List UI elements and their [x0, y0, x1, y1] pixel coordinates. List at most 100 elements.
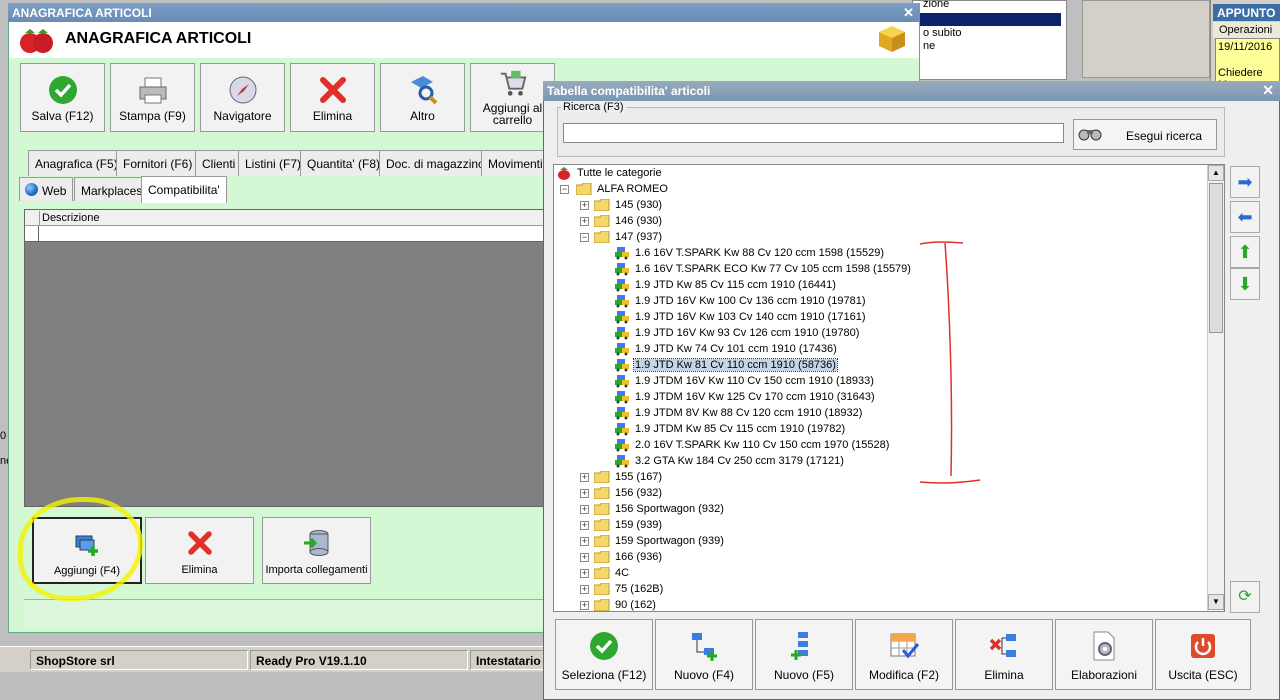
tab-movimenti[interactable]: Movimenti [481, 150, 545, 176]
scroll-up-icon[interactable]: ▲ [1208, 165, 1224, 181]
arrow-left-icon[interactable]: ⬅ [1230, 201, 1260, 233]
check-icon [590, 632, 618, 660]
grid-new-row[interactable] [25, 226, 545, 242]
expand-icon[interactable]: + [580, 569, 589, 578]
expand-icon[interactable]: + [580, 505, 589, 514]
background-list: zione o subito ne [912, 0, 1067, 80]
globe-icon [25, 183, 38, 196]
tab-compatibilita[interactable]: Compatibilita' [141, 176, 227, 203]
appunto-title: APPUNTO [1213, 4, 1280, 21]
tab-markplaces[interactable]: Markplaces [74, 177, 150, 201]
compatibility-grid[interactable] [24, 209, 545, 507]
tree-brand-label: ALFA ROMEO [597, 183, 668, 195]
tree-model-label: 90 (162) [615, 599, 656, 611]
expand-icon[interactable]: + [580, 521, 589, 530]
category-tree[interactable]: Tutte le categorie − ALFA ROMEO +145 (93… [553, 164, 1225, 612]
print-button[interactable]: Stampa (F9) [110, 63, 195, 132]
tab-doc-magazzino[interactable]: Doc. di magazzino [379, 150, 492, 176]
delete-node-button[interactable]: Elimina [955, 619, 1053, 690]
taskbar-area [0, 672, 545, 700]
car-version-icon [615, 391, 629, 404]
more-label: Altro [410, 109, 435, 123]
arrow-right-icon[interactable]: ➡ [1230, 166, 1260, 198]
select-button[interactable]: Seleziona (F12) [555, 619, 653, 690]
delete-button[interactable]: Elimina [290, 63, 375, 132]
car-version-icon [615, 407, 629, 420]
expand-icon[interactable]: + [580, 537, 589, 546]
select-label: Seleziona (F12) [561, 668, 647, 682]
tab-anagrafica[interactable]: Anagrafica (F5) [28, 150, 125, 176]
processing-button[interactable]: Elaborazioni [1055, 619, 1153, 690]
scroll-down-icon[interactable]: ▼ [1208, 594, 1224, 610]
collapse-icon[interactable]: − [580, 233, 589, 242]
close-icon[interactable]: ✕ [903, 5, 914, 21]
save-button[interactable]: Salva (F12) [20, 63, 105, 132]
compass-icon [229, 76, 256, 104]
collapse-icon[interactable]: − [560, 185, 569, 194]
appunto-operations[interactable]: Operazioni [1213, 22, 1280, 38]
expand-icon[interactable]: + [580, 217, 589, 226]
save-label: Salva (F12) [31, 109, 94, 123]
add-to-cart-label: Aggiungi al carrello [482, 101, 543, 127]
exit-label: Uscita (ESC) [1168, 668, 1238, 682]
car-version-icon [615, 423, 629, 436]
power-icon [1191, 634, 1215, 658]
arrow-down-icon[interactable]: ⬇ [1230, 268, 1260, 300]
folder-icon [594, 551, 610, 563]
search-label: Ricerca (F3) [561, 101, 626, 113]
background-list-item: zione [923, 0, 950, 10]
remove-button[interactable]: Elimina [145, 517, 254, 584]
car-version-icon [615, 279, 629, 292]
tree-scrollbar[interactable]: ▲ ▼ [1207, 165, 1224, 611]
tab-quantita[interactable]: Quantita' (F8) [300, 150, 387, 176]
expand-icon[interactable]: + [580, 553, 589, 562]
tab-web[interactable]: Web [19, 177, 74, 201]
tree-version-label: 1.9 JTDM 8V Kw 88 Cv 120 ccm 1910 (18932… [635, 407, 863, 419]
more-button[interactable]: Altro [380, 63, 465, 132]
tab-clienti[interactable]: Clienti [195, 150, 243, 176]
edit-button[interactable]: Modifica (F2) [855, 619, 953, 690]
tree-version-label: 1.9 JTDM 16V Kw 125 Cv 170 ccm 1910 (316… [635, 391, 875, 403]
new-child-button[interactable]: Nuovo (F5) [755, 619, 853, 690]
expand-icon[interactable]: + [580, 601, 589, 610]
expand-icon[interactable]: + [580, 489, 589, 498]
refresh-icon[interactable]: ⟳ [1230, 581, 1260, 613]
column-descrizione[interactable]: Descrizione [39, 211, 101, 226]
tree-add-icon [692, 633, 717, 661]
search-input[interactable] [563, 123, 1064, 143]
tree-version-label: 1.6 16V T.SPARK Kw 88 Cv 120 ccm 1598 (1… [635, 247, 885, 259]
close-icon[interactable]: ✕ [1262, 82, 1274, 99]
car-version-icon [615, 343, 629, 356]
search-button[interactable]: Esegui ricerca [1073, 119, 1217, 150]
navigator-button[interactable]: Navigatore [200, 63, 285, 132]
scroll-thumb[interactable] [1209, 183, 1223, 333]
tab-fornitori[interactable]: Fornitori (F6) [116, 150, 200, 176]
tab-web-label: Web [42, 184, 67, 198]
import-links-button[interactable]: Importa collegamenti [262, 517, 371, 584]
new-sibling-button[interactable]: Nuovo (F4) [655, 619, 753, 690]
exit-button[interactable]: Uscita (ESC) [1155, 619, 1251, 690]
tree-model-label: 156 (932) [615, 487, 663, 499]
arrow-up-icon[interactable]: ⬆ [1230, 236, 1260, 268]
delete-label: Elimina [312, 109, 353, 123]
tree-model-label: 156 Sportwagon (932) [615, 503, 724, 515]
car-version-icon [615, 375, 629, 388]
folder-icon [576, 183, 592, 195]
folder-icon [594, 599, 610, 611]
search-button-label: Esegui ricerca [1126, 129, 1203, 143]
tree-model-label: 146 (930) [615, 215, 663, 227]
expand-icon[interactable]: + [580, 201, 589, 210]
car-version-icon [615, 359, 629, 372]
binoculars-icon [1078, 129, 1102, 141]
expand-icon[interactable]: + [580, 585, 589, 594]
folder-icon [594, 503, 610, 515]
tree-model-label: 145 (930) [615, 199, 663, 211]
tab-listini[interactable]: Listini (F7) [238, 150, 309, 176]
tree-model-label: 166 (936) [615, 551, 663, 563]
package-box-icon [879, 26, 905, 52]
annotation-bracket [919, 241, 981, 484]
folder-icon [594, 535, 610, 547]
folder-icon [594, 519, 610, 531]
expand-icon[interactable]: + [580, 473, 589, 482]
tree-delete-icon [989, 634, 1016, 657]
